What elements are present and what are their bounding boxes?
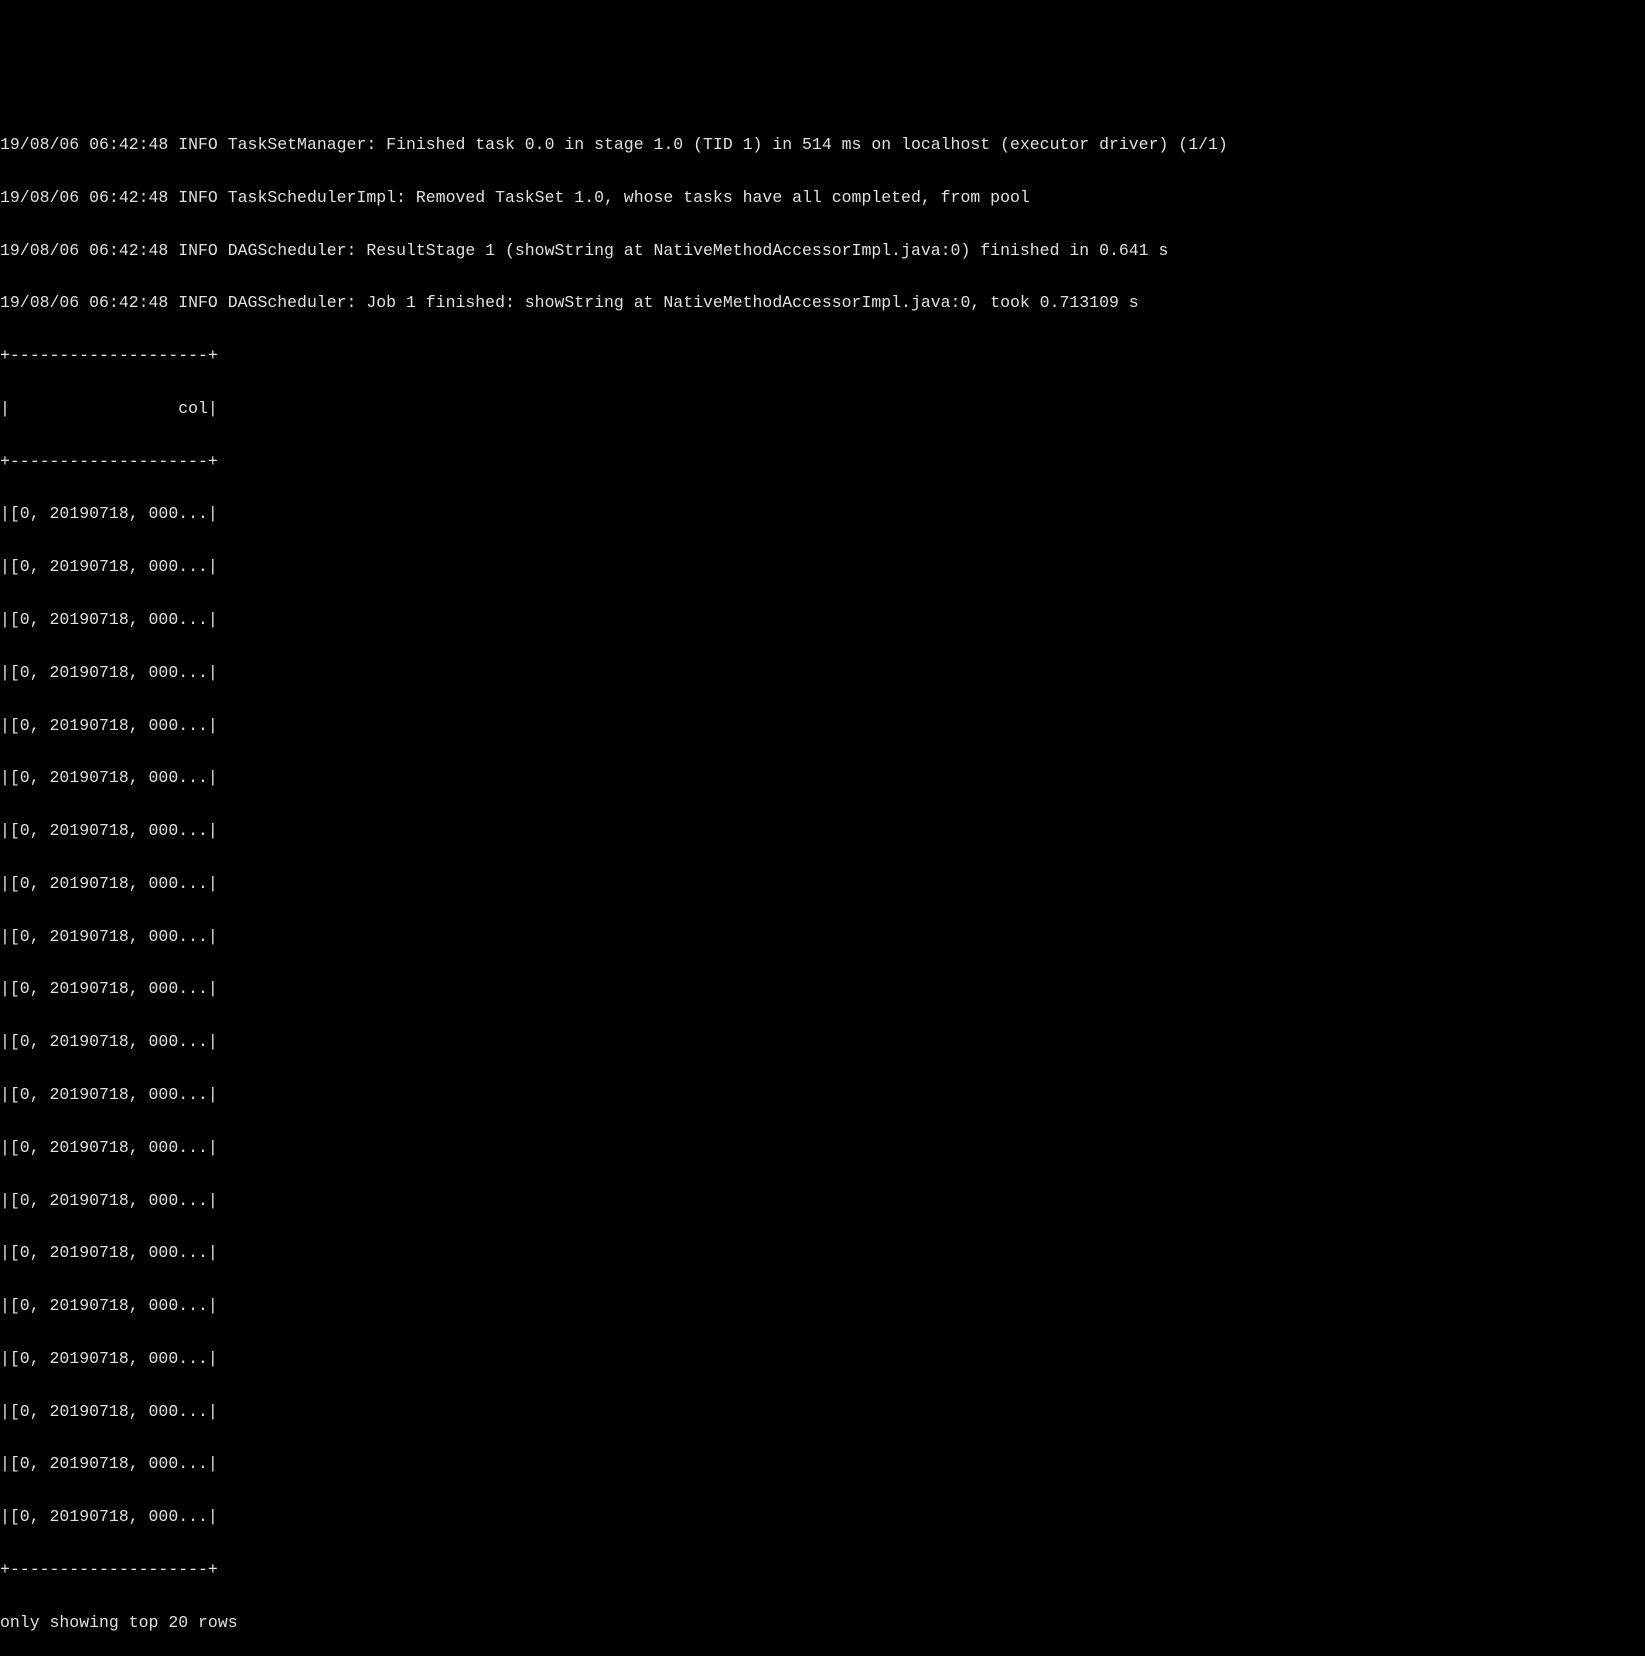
table-border-mid: +--------------------+ [0, 449, 1645, 475]
table-row: |[0, 20190718, 000...| [0, 1240, 1645, 1266]
table-row: |[0, 20190718, 000...| [0, 554, 1645, 580]
table-row: |[0, 20190718, 000...| [0, 607, 1645, 633]
table-row: |[0, 20190718, 000...| [0, 501, 1645, 527]
log-line: 19/08/06 06:42:48 INFO TaskSchedulerImpl… [0, 185, 1645, 211]
table-row: |[0, 20190718, 000...| [0, 1504, 1645, 1530]
table-row: |[0, 20190718, 000...| [0, 1135, 1645, 1161]
table-row: |[0, 20190718, 000...| [0, 1451, 1645, 1477]
table-border-top: +--------------------+ [0, 343, 1645, 369]
footer-message: only showing top 20 rows [0, 1610, 1645, 1636]
log-line: 19/08/06 06:42:48 INFO DAGScheduler: Res… [0, 238, 1645, 264]
table-row: |[0, 20190718, 000...| [0, 1293, 1645, 1319]
table-row: |[0, 20190718, 000...| [0, 976, 1645, 1002]
log-line: 19/08/06 06:42:48 INFO TaskSetManager: F… [0, 132, 1645, 158]
table-header: | col| [0, 396, 1645, 422]
table-row: |[0, 20190718, 000...| [0, 660, 1645, 686]
log-line: 19/08/06 06:42:48 INFO DAGScheduler: Job… [0, 290, 1645, 316]
table-row: |[0, 20190718, 000...| [0, 1399, 1645, 1425]
table-row: |[0, 20190718, 000...| [0, 1082, 1645, 1108]
table-row: |[0, 20190718, 000...| [0, 1346, 1645, 1372]
table-row: |[0, 20190718, 000...| [0, 1029, 1645, 1055]
table-row: |[0, 20190718, 000...| [0, 818, 1645, 844]
table-row: |[0, 20190718, 000...| [0, 871, 1645, 897]
table-row: |[0, 20190718, 000...| [0, 924, 1645, 950]
table-border-bottom: +--------------------+ [0, 1557, 1645, 1583]
table-row: |[0, 20190718, 000...| [0, 713, 1645, 739]
table-row: |[0, 20190718, 000...| [0, 765, 1645, 791]
terminal-output: 19/08/06 06:42:48 INFO TaskSetManager: F… [0, 106, 1645, 1656]
table-row: |[0, 20190718, 000...| [0, 1188, 1645, 1214]
